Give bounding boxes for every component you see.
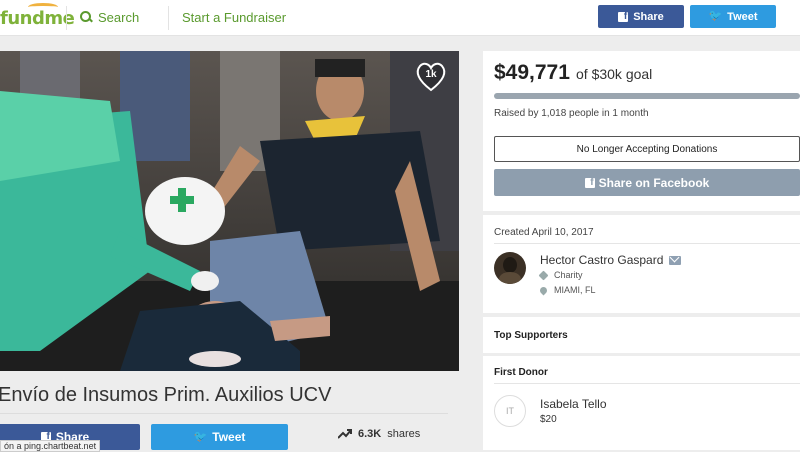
search-icon bbox=[80, 11, 92, 23]
category-row: Charity bbox=[538, 270, 583, 280]
location-pin-icon bbox=[538, 285, 549, 295]
header-tweet-label: Tweet bbox=[727, 10, 758, 23]
campaign-photo bbox=[0, 51, 459, 371]
created-date: Created April 10, 2017 bbox=[494, 227, 594, 238]
progress-bar bbox=[494, 93, 800, 99]
start-fundraiser-link[interactable]: Start a Fundraiser bbox=[182, 0, 286, 34]
gofundme-logo[interactable]: fundme bbox=[0, 3, 75, 29]
organizer-card: Created April 10, 2017 Hector Castro Gas… bbox=[483, 215, 800, 313]
organizer-name[interactable]: Hector Castro Gaspard bbox=[540, 253, 663, 267]
tag-icon bbox=[538, 270, 549, 280]
location-label: MIAMI, FL bbox=[554, 285, 596, 295]
search-label: Search bbox=[98, 9, 140, 25]
donation-summary-card: $49,771 of $30k goal Raised by 1,018 peo… bbox=[483, 51, 800, 211]
donor-avatar: IT bbox=[494, 395, 526, 427]
top-supporters-card: Top Supporters bbox=[483, 317, 800, 353]
raised-by-text: Raised by 1,018 people in 1 month bbox=[494, 108, 649, 119]
progress-bar-fill bbox=[494, 93, 800, 99]
twitter-bird-icon: 🐦 bbox=[193, 430, 208, 443]
share-on-facebook-button[interactable]: f Share on Facebook bbox=[494, 169, 800, 196]
top-header: fundme Search Start a Fundraiser f Share… bbox=[0, 0, 800, 36]
nav-divider bbox=[168, 6, 169, 30]
campaign-photo-illustration bbox=[0, 51, 459, 371]
start-fundraiser-label: Start a Fundraiser bbox=[182, 9, 287, 25]
card-divider bbox=[494, 243, 800, 244]
header-tweet-button[interactable]: 🐦 Tweet bbox=[690, 5, 776, 28]
title-divider bbox=[0, 413, 448, 414]
organizer-avatar[interactable] bbox=[494, 252, 526, 284]
top-supporters-heading: Top Supporters bbox=[494, 330, 568, 341]
raised-amount: $49,771 bbox=[494, 61, 570, 84]
campaign-title: Envío de Insumos Prim. Auxilios UCV bbox=[0, 384, 332, 406]
search-link[interactable]: Search bbox=[80, 0, 139, 34]
header-share-label: Share bbox=[633, 10, 664, 23]
category-label[interactable]: Charity bbox=[554, 270, 583, 280]
location-row: MIAMI, FL bbox=[538, 285, 596, 295]
tweet-button[interactable]: 🐦 Tweet bbox=[151, 424, 288, 450]
card-divider bbox=[494, 383, 800, 384]
facebook-icon: f bbox=[618, 11, 629, 22]
share-on-facebook-label: Share on Facebook bbox=[598, 175, 710, 190]
shares-count: 6.3K bbox=[358, 428, 382, 440]
facebook-icon: f bbox=[584, 177, 595, 188]
shares-label: shares bbox=[387, 428, 421, 440]
nav-divider bbox=[66, 6, 67, 30]
organizer-row: Hector Castro Gaspard bbox=[540, 253, 682, 267]
heart-like-button[interactable]: 1k bbox=[414, 60, 448, 94]
logo-text: fundme bbox=[0, 8, 75, 29]
browser-status-bar: ón a ping.chartbeat.net bbox=[0, 440, 101, 452]
email-icon[interactable] bbox=[669, 255, 682, 265]
donor-name: Isabela Tello bbox=[540, 397, 607, 411]
header-facebook-share-button[interactable]: f Share bbox=[598, 5, 684, 28]
heart-count: 1k bbox=[425, 69, 437, 80]
trending-up-icon bbox=[338, 429, 352, 439]
twitter-bird-icon: 🐦 bbox=[708, 10, 723, 22]
shares-counter: 6.3K shares bbox=[338, 428, 420, 440]
donor-amount: $20 bbox=[540, 414, 557, 425]
first-donor-heading: First Donor bbox=[494, 367, 548, 378]
tweet-label: Tweet bbox=[212, 430, 246, 444]
first-donor-card: First Donor IT Isabela Tello $20 bbox=[483, 356, 800, 450]
no-longer-accepting-button[interactable]: No Longer Accepting Donations bbox=[494, 136, 800, 162]
goal-text: of $30k goal bbox=[576, 66, 653, 82]
logo-swoosh-icon bbox=[28, 3, 58, 11]
